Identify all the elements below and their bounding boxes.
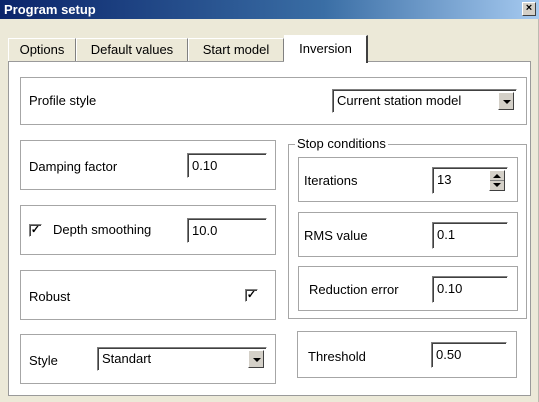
spin-down-icon[interactable] — [493, 183, 501, 187]
tab-start-model[interactable]: Start model — [188, 38, 284, 62]
style-value: Standart — [102, 351, 152, 366]
program-setup-dialog: Program setup × Options Default values S… — [0, 0, 539, 402]
iterations-label: Iterations — [304, 173, 358, 188]
style-select[interactable]: Standart — [97, 347, 267, 371]
iterations-group: Iterations 13 — [298, 157, 518, 202]
tab-inversion[interactable]: Inversion — [284, 35, 368, 63]
damping-field[interactable]: 0.10 — [187, 153, 267, 178]
damping-group: Damping factor 0.10 — [20, 140, 276, 190]
depth-smoothing-group: ✓ Depth smoothing 10.0 — [20, 205, 276, 255]
iterations-spinbox[interactable]: 13 — [432, 167, 508, 194]
title-bar[interactable]: Program setup × — [0, 0, 539, 19]
rms-group: RMS value 0.1 — [298, 212, 518, 257]
spinner-icon[interactable] — [489, 170, 505, 191]
chevron-down-icon[interactable] — [248, 350, 264, 368]
reduction-field[interactable]: 0.10 — [432, 276, 508, 303]
threshold-field[interactable]: 0.50 — [431, 342, 507, 368]
tab-default-values[interactable]: Default values — [76, 38, 188, 62]
profile-style-value: Current station model — [337, 93, 462, 108]
depth-smoothing-label: Depth smoothing — [53, 222, 152, 237]
reduction-label: Reduction error — [309, 282, 399, 297]
rms-label: RMS value — [304, 228, 368, 243]
robust-label: Robust — [29, 289, 71, 304]
robust-group: Robust ✓ — [20, 270, 276, 320]
tab-options[interactable]: Options — [8, 38, 76, 62]
spin-divider — [490, 180, 504, 181]
stop-conditions-group: Stop conditions Iterations 13 RMS value … — [288, 136, 527, 319]
profile-style-select[interactable]: Current station model — [332, 89, 517, 113]
spin-up-icon[interactable] — [493, 174, 501, 178]
window-title: Program setup — [4, 2, 96, 17]
rms-field[interactable]: 0.1 — [432, 222, 508, 249]
chevron-down-icon[interactable] — [498, 92, 514, 110]
stop-conditions-title: Stop conditions — [295, 136, 388, 151]
close-icon[interactable]: × — [522, 2, 536, 16]
damping-label: Damping factor — [29, 159, 118, 174]
inversion-panel: Profile style Current station model Damp… — [8, 61, 531, 396]
threshold-group: Threshold 0.50 — [297, 331, 517, 378]
profile-style-label: Profile style — [29, 93, 97, 108]
profile-style-group: Profile style Current station model — [20, 77, 527, 125]
threshold-label: Threshold — [308, 349, 366, 364]
style-label: Style — [29, 353, 58, 368]
robust-checkbox[interactable]: ✓ — [245, 289, 258, 302]
iterations-value: 13 — [437, 172, 452, 187]
reduction-group: Reduction error 0.10 — [298, 266, 518, 311]
style-group: Style Standart — [20, 334, 276, 384]
depth-smoothing-checkbox[interactable]: ✓ — [29, 224, 42, 237]
depth-smoothing-field[interactable]: 10.0 — [187, 218, 267, 243]
